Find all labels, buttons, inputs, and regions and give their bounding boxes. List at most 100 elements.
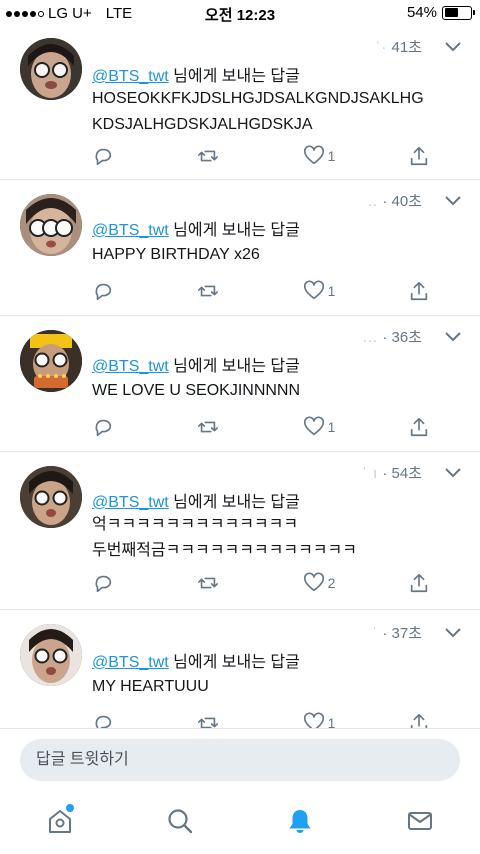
reply-suffix: 님에게 보내는 답글	[168, 494, 300, 511]
avatar[interactable]	[20, 330, 82, 392]
tweet-actions: 2	[92, 572, 430, 594]
retweet-button[interactable]	[197, 280, 257, 302]
search-icon	[168, 809, 193, 834]
signal-strength-icon	[6, 10, 44, 17]
like-button[interactable]: 1	[303, 280, 363, 302]
chevron-down-icon[interactable]	[444, 467, 462, 479]
share-button[interactable]	[408, 416, 430, 438]
like-count: 2	[327, 575, 336, 591]
reply-suffix: 님에게 보내는 답글	[168, 358, 300, 375]
new-content-badge	[66, 804, 74, 812]
retweet-icon	[198, 421, 219, 433]
notifications-feed[interactable]: ˈ· 41초 @BTS_twt 님에게 보내는 답글 HOSEOKKFKJDSL…	[0, 28, 480, 728]
heart-icon	[303, 572, 324, 592]
share-icon	[410, 417, 428, 437]
like-count: 1	[327, 419, 336, 435]
retweet-icon	[198, 577, 219, 589]
reply-handle-link[interactable]: @BTS_twt	[92, 494, 169, 511]
retweet-button[interactable]	[197, 416, 257, 438]
messages-icon	[408, 812, 432, 830]
tweet-time: ˈ · 37초	[372, 625, 422, 642]
share-button[interactable]	[408, 280, 430, 302]
tweet-text: HOSEOKKFKJDSLHGJDSALKGNDJSAKLHG KDSJALHG…	[92, 90, 424, 133]
tweet-time: .. · 40초	[367, 193, 422, 210]
reply-handle-link[interactable]: @BTS_twt	[92, 68, 169, 85]
reply-icon	[95, 283, 112, 301]
reply-icon	[95, 419, 112, 437]
tab-home[interactable]	[45, 804, 75, 836]
reply-suffix: 님에게 보내는 답글	[168, 654, 300, 671]
avatar[interactable]	[20, 624, 82, 686]
tweet-item[interactable]: ˈ ı · 54초 @BTS_twt 님에게 보내는 답글 억ㅋㅋㅋㅋㅋㅋㅋㅋㅋ…	[0, 452, 480, 610]
chevron-down-icon[interactable]	[444, 41, 462, 53]
reply-icon	[95, 715, 112, 728]
tweet-text: 억ㅋㅋㅋㅋㅋㅋㅋㅋㅋㅋㅋㅋㅋ 두번째적금ㅋㅋㅋㅋㅋㅋㅋㅋㅋㅋㅋㅋㅋ	[92, 516, 357, 559]
retweet-button[interactable]	[197, 572, 257, 594]
bottom-tab-bar	[0, 790, 480, 854]
tweet-actions: 1	[92, 145, 430, 167]
tab-messages[interactable]	[405, 806, 435, 836]
like-button[interactable]: 1	[303, 712, 363, 728]
retweet-icon	[198, 717, 219, 728]
reply-context: @BTS_twt 님에게 보내는 답글	[92, 62, 300, 86]
reply-context: @BTS_twt 님에게 보내는 답글	[92, 216, 300, 240]
network-type: LTE	[105, 5, 133, 22]
reply-context: @BTS_twt 님에게 보내는 답글	[92, 648, 300, 672]
tweet-text: MY HEARTUUU	[92, 678, 209, 695]
status-right: 54%	[407, 4, 475, 21]
retweet-button[interactable]	[197, 712, 257, 728]
heart-icon	[303, 712, 324, 728]
chevron-down-icon[interactable]	[444, 195, 462, 207]
reply-suffix: 님에게 보내는 답글	[168, 68, 300, 85]
notifications-icon	[289, 810, 311, 833]
avatar[interactable]	[20, 194, 82, 256]
reply-button[interactable]	[92, 416, 152, 438]
tab-notifications[interactable]	[285, 806, 315, 836]
tweet-text: WE LOVE U SEOKJINNNNN	[92, 382, 301, 399]
reply-button[interactable]	[92, 712, 152, 728]
tweet-item[interactable]: ... · 36초 @BTS_twt 님에게 보내는 답글 WE LOVE U …	[0, 316, 480, 452]
reply-context: @BTS_twt 님에게 보내는 답글	[92, 352, 300, 376]
tweet-time: ˈ ı · 54초	[361, 465, 422, 482]
retweet-icon	[198, 285, 219, 297]
reply-tweet-input[interactable]	[20, 739, 460, 781]
tweet-actions: 1	[92, 416, 430, 438]
like-count: 1	[327, 283, 336, 299]
share-icon	[410, 713, 428, 728]
avatar[interactable]	[20, 38, 82, 100]
status-bar: LG U+ LTE 오전 12:23 54%	[0, 0, 480, 28]
reply-handle-link[interactable]: @BTS_twt	[92, 222, 169, 239]
share-button[interactable]	[408, 145, 430, 167]
carrier-name: LG U+	[48, 5, 92, 22]
avatar[interactable]	[20, 466, 82, 528]
tweet-time: ... · 36초	[362, 329, 422, 346]
tweet-text: HAPPY BIRTHDAY x26	[92, 246, 260, 263]
tweet-actions: 1	[92, 712, 430, 728]
like-count: 1	[327, 148, 336, 164]
tweet-item[interactable]: ˈ · 37초 @BTS_twt 님에게 보내는 답글 MY HEARTUUU …	[0, 610, 480, 728]
tab-search[interactable]	[165, 806, 195, 836]
reply-button[interactable]	[92, 572, 152, 594]
chevron-down-icon[interactable]	[444, 331, 462, 343]
heart-icon	[303, 145, 324, 165]
tweet-actions: 1	[92, 280, 430, 302]
reply-handle-link[interactable]: @BTS_twt	[92, 358, 169, 375]
share-button[interactable]	[408, 712, 430, 728]
retweet-icon	[198, 150, 219, 162]
reply-button[interactable]	[92, 280, 152, 302]
like-button[interactable]: 1	[303, 145, 363, 167]
like-button[interactable]: 2	[303, 572, 363, 594]
chevron-down-icon[interactable]	[444, 627, 462, 639]
tweet-item[interactable]: .. · 40초 @BTS_twt 님에게 보내는 답글 HAPPY BIRTH…	[0, 180, 480, 316]
like-button[interactable]: 1	[303, 416, 363, 438]
retweet-button[interactable]	[197, 145, 257, 167]
like-count: 1	[327, 715, 336, 728]
reply-bar	[0, 728, 480, 790]
reply-suffix: 님에게 보내는 답글	[168, 222, 300, 239]
reply-icon	[95, 148, 112, 166]
share-button[interactable]	[408, 572, 430, 594]
share-icon	[410, 146, 428, 166]
reply-button[interactable]	[92, 145, 152, 167]
tweet-item[interactable]: ˈ· 41초 @BTS_twt 님에게 보내는 답글 HOSEOKKFKJDSL…	[0, 28, 480, 180]
reply-handle-link[interactable]: @BTS_twt	[92, 654, 169, 671]
